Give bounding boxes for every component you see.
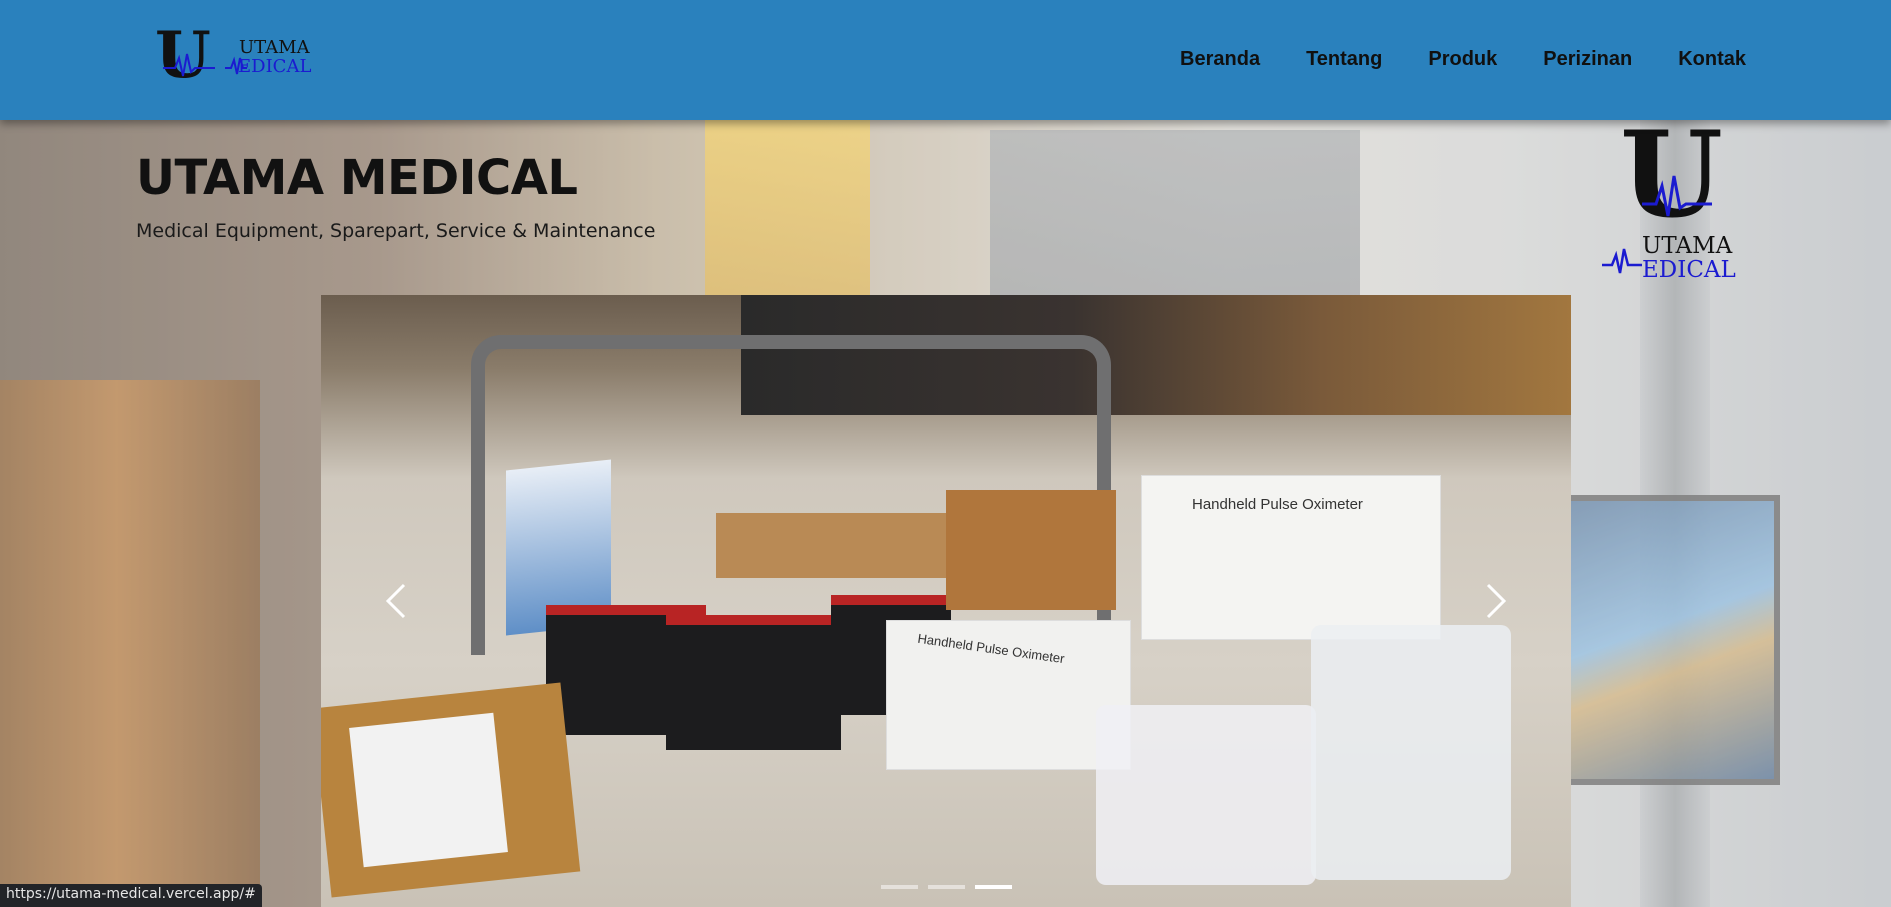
hero-logo-name-bottom: EDICAL <box>1642 257 1736 283</box>
chevron-right-icon <box>1486 583 1507 619</box>
carousel-indicator-3[interactable] <box>974 885 1012 889</box>
brand-name-bottom: EDICAL <box>238 56 312 77</box>
brand-name-top: UTAMA <box>239 37 310 58</box>
carousel-photo-detail <box>946 490 1116 610</box>
nav-item-kontak[interactable]: Kontak <box>1678 48 1746 71</box>
nav-item-produk[interactable]: Produk <box>1428 48 1497 71</box>
nav-item-perizinan[interactable]: Perizinan <box>1543 48 1632 71</box>
hero-subtitle: Medical Equipment, Sparepart, Service & … <box>136 220 656 242</box>
chevron-left-icon <box>385 583 406 619</box>
navbar: U UTAMA EDICAL Beranda Tentang Produk Pe… <box>0 0 1891 120</box>
carousel-indicator-1[interactable] <box>880 885 918 889</box>
carousel-photo-detail <box>716 513 956 578</box>
hero-logo: U UTAMA EDICAL <box>1602 116 1745 285</box>
heartbeat-icon <box>1642 175 1712 217</box>
product-label: Handheld Pulse Oximeter <box>916 630 1066 667</box>
carousel-prev-button[interactable] <box>321 295 471 907</box>
hero-logo-name-top: UTAMA <box>1642 233 1733 259</box>
hero-title: UTAMA MEDICAL <box>136 150 578 206</box>
status-url: https://utama-medical.vercel.app/# <box>0 884 262 907</box>
carousel-indicators <box>321 885 1571 889</box>
product-box: Handheld Pulse Oximeter <box>886 620 1131 770</box>
brand-logo[interactable]: U UTAMA EDICAL <box>155 24 320 88</box>
product-box: Handheld Pulse Oximeter <box>1141 475 1441 640</box>
carousel-photo-detail <box>666 615 841 750</box>
heartbeat-icon <box>1602 248 1642 274</box>
carousel-indicator-2[interactable] <box>927 885 965 889</box>
carousel-next-button[interactable] <box>1421 295 1571 907</box>
main-nav: Beranda Tentang Produk Perizinan Kontak <box>1180 48 1746 71</box>
product-carousel: Handheld Pulse Oximeter Handheld Pulse O… <box>321 295 1571 907</box>
nav-item-tentang[interactable]: Tentang <box>1306 48 1382 71</box>
nav-item-beranda[interactable]: Beranda <box>1180 48 1260 71</box>
carousel-photo-detail <box>1096 705 1316 885</box>
product-label: Handheld Pulse Oximeter <box>1192 496 1363 513</box>
